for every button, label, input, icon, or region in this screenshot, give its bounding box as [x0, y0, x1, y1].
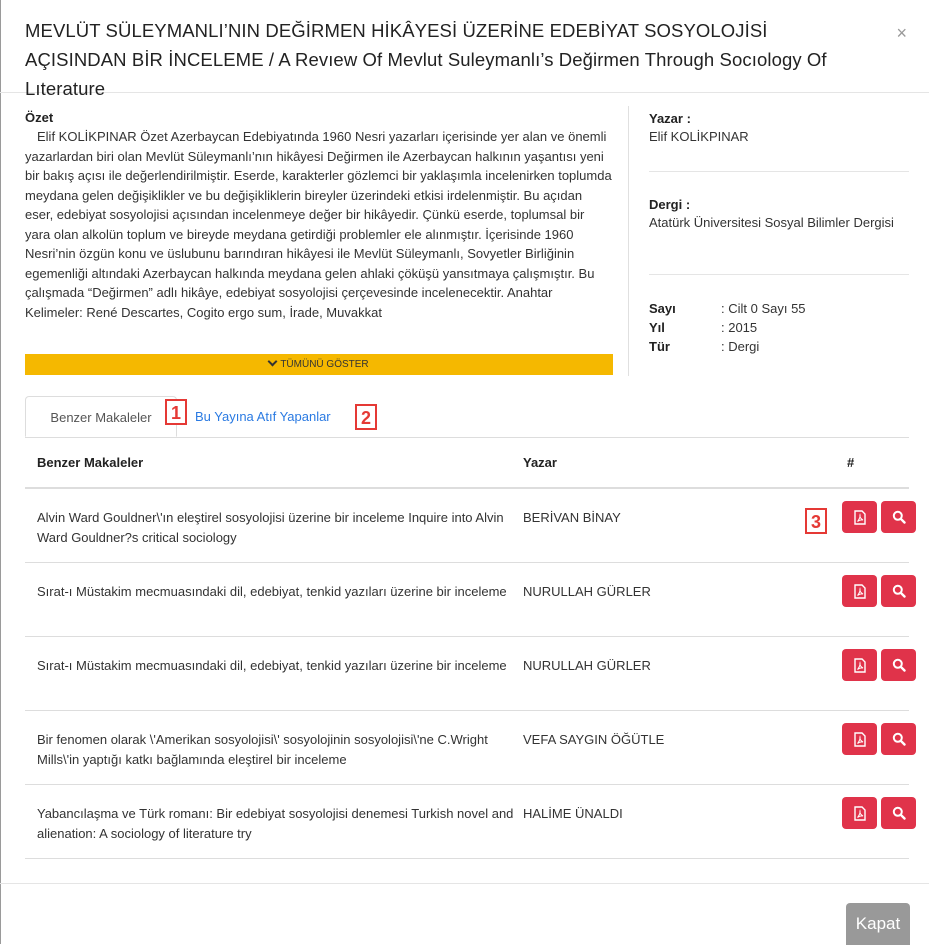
year-value: : 2015	[721, 320, 758, 335]
view-button[interactable]	[881, 723, 916, 755]
tab-bar: Benzer Makaleler Bu Yayına Atıf Yapanlar	[25, 396, 909, 438]
pdf-button[interactable]	[842, 575, 877, 607]
journal-value: Atatürk Üniversitesi Sosyal Bilimler Der…	[649, 215, 894, 230]
modal-header: MEVLÜT SÜLEYMANLI’NIN DEĞİRMEN HİKÂYESİ …	[0, 0, 929, 99]
journal-label: Dergi :	[649, 197, 691, 212]
modal-footer: Kapat	[0, 883, 929, 945]
meta-divider	[628, 106, 629, 376]
issue-value: : Cilt 0 Sayı 55	[721, 301, 806, 316]
column-header-author: Yazar	[523, 455, 557, 470]
issue-label: Sayı	[649, 301, 676, 316]
row-actions	[771, 785, 916, 858]
article-title: Sırat-ı Müstakim mecmuasındaki dil, edeb…	[37, 658, 507, 673]
table-row: Yabancılaşma ve Türk romanı: Bir edebiya…	[25, 785, 916, 859]
issue-row: Sayı : Cilt 0 Sayı 55	[649, 299, 909, 318]
article-title: Alvin Ward Gouldner\'ın eleştirel sosyol…	[37, 510, 504, 545]
annotation-badge-1: 1	[165, 399, 187, 425]
article-author: HALİME ÜNALDI	[523, 806, 623, 821]
table-row: Alvin Ward Gouldner\'ın eleştirel sosyol…	[25, 489, 916, 563]
table-row: Bir fenomen olarak \'Amerikan sosyolojis…	[25, 711, 916, 785]
tab-citing-publications[interactable]: Bu Yayına Atıf Yapanlar	[195, 396, 331, 437]
search-icon	[892, 510, 906, 524]
meta-panel: Yazar : Elif KOLİKPINAR Dergi : Atatürk …	[649, 110, 909, 356]
author-value: Elif KOLİKPINAR	[649, 129, 749, 144]
file-pdf-icon	[853, 509, 866, 525]
file-pdf-icon	[853, 805, 866, 821]
column-header-title: Benzer Makaleler	[37, 455, 144, 470]
row-actions	[771, 711, 916, 784]
close-icon[interactable]: ×	[896, 24, 907, 42]
close-button[interactable]: Kapat	[846, 903, 910, 945]
article-modal: MEVLÜT SÜLEYMANLI’NIN DEĞİRMEN HİKÂYESİ …	[0, 0, 929, 945]
chevron-down-icon	[267, 356, 278, 367]
article-title: Yabancılaşma ve Türk romanı: Bir edebiya…	[37, 806, 514, 841]
file-pdf-icon	[853, 583, 866, 599]
column-header-actions: #	[847, 455, 855, 470]
author-block: Yazar : Elif KOLİKPINAR	[649, 110, 909, 172]
type-value: : Dergi	[721, 339, 760, 354]
table-row: Sırat-ı Müstakim mecmuasındaki dil, edeb…	[25, 563, 916, 637]
file-pdf-icon	[853, 731, 866, 747]
article-author: NURULLAH GÜRLER	[523, 658, 651, 673]
row-actions	[771, 637, 916, 710]
journal-block: Dergi : Atatürk Üniversitesi Sosyal Bili…	[649, 172, 909, 275]
similar-articles-table: Benzer Makaleler Yazar # Alvin Ward Goul…	[25, 438, 916, 859]
tab-similar-articles[interactable]: Benzer Makaleler	[25, 396, 177, 437]
abstract-label: Özet	[25, 110, 54, 125]
article-title: Bir fenomen olarak \'Amerikan sosyolojis…	[37, 732, 488, 767]
row-actions	[771, 489, 916, 562]
file-pdf-icon	[853, 657, 866, 673]
type-row: Tür : Dergi	[649, 337, 909, 356]
search-icon	[892, 806, 906, 820]
annotation-badge-2: 2	[355, 404, 377, 430]
author-label: Yazar :	[649, 111, 691, 126]
year-row: Yıl : 2015	[649, 318, 909, 337]
article-title: Sırat-ı Müstakim mecmuasındaki dil, edeb…	[37, 584, 507, 599]
table-header: Benzer Makaleler Yazar #	[25, 438, 909, 489]
abstract-section: Özet Elif KOLİKPINAR Özet Azerbaycan Ede…	[25, 110, 613, 360]
pdf-button[interactable]	[842, 723, 877, 755]
view-button[interactable]	[881, 797, 916, 829]
article-author: BERİVAN BİNAY	[523, 510, 621, 525]
show-all-label: TÜMÜNÜ GÖSTER	[280, 359, 369, 370]
details-block: Sayı : Cilt 0 Sayı 55 Yıl : 2015 Tür : D…	[649, 275, 909, 356]
view-button[interactable]	[881, 649, 916, 681]
pdf-button[interactable]	[842, 797, 877, 829]
modal-title: MEVLÜT SÜLEYMANLI’NIN DEĞİRMEN HİKÂYESİ …	[25, 20, 827, 99]
article-author: NURULLAH GÜRLER	[523, 584, 651, 599]
search-icon	[892, 732, 906, 746]
row-actions	[771, 563, 916, 636]
abstract-text: Elif KOLİKPINAR Özet Azerbaycan Edebiyat…	[25, 129, 612, 320]
table-row: Sırat-ı Müstakim mecmuasındaki dil, edeb…	[25, 637, 916, 711]
search-icon	[892, 658, 906, 672]
view-button[interactable]	[881, 575, 916, 607]
year-label: Yıl	[649, 320, 665, 335]
view-button[interactable]	[881, 501, 916, 533]
show-all-button[interactable]: TÜMÜNÜ GÖSTER	[25, 354, 613, 375]
pdf-button[interactable]	[842, 649, 877, 681]
article-author: VEFA SAYGIN ÖĞÜTLE	[523, 732, 665, 747]
pdf-button[interactable]	[842, 501, 877, 533]
search-icon	[892, 584, 906, 598]
type-label: Tür	[649, 339, 670, 354]
